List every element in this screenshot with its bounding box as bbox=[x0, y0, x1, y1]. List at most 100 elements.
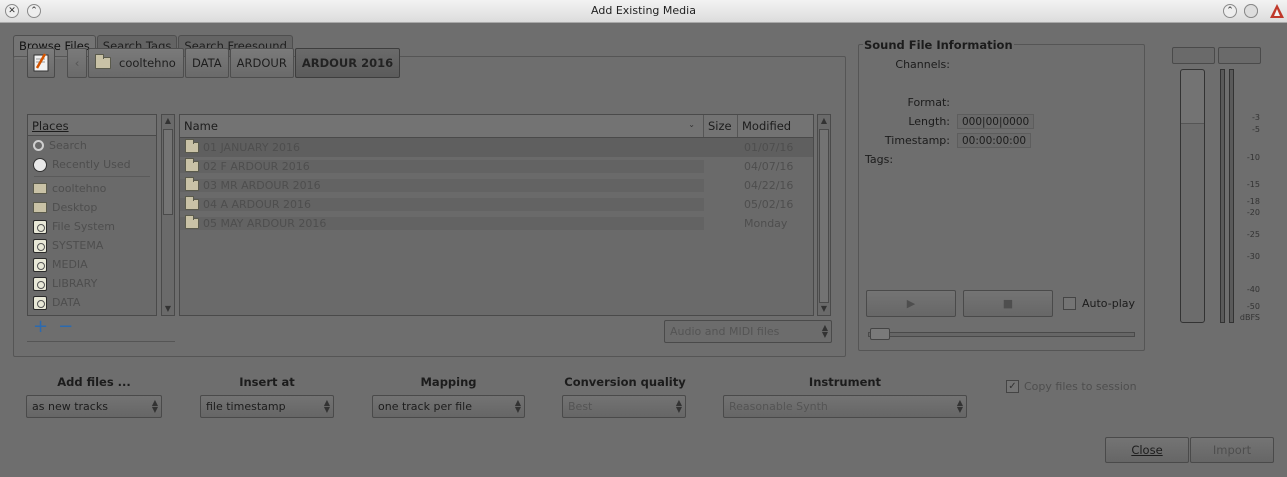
combo-arrows-icon: ▲ ▼ bbox=[323, 398, 330, 414]
folder-icon bbox=[33, 183, 47, 194]
file-row[interactable]: 01 JANUARY 2016 01/07/16 bbox=[180, 138, 813, 157]
scale-label: -20 bbox=[1246, 208, 1260, 217]
ardour-logo-icon bbox=[1270, 4, 1284, 18]
edit-location-button[interactable] bbox=[27, 48, 55, 78]
remove-place-icon[interactable]: − bbox=[58, 318, 73, 336]
column-name[interactable]: Name ⌄ bbox=[180, 115, 704, 137]
file-row[interactable]: 03 MR ARDOUR 2016 04/22/16 bbox=[180, 176, 813, 195]
length-value: 000|00|0000 bbox=[957, 114, 1035, 129]
add-files-select[interactable]: as new tracks ▲ ▼ bbox=[26, 395, 162, 418]
place-file-system[interactable]: File System bbox=[28, 217, 156, 236]
import-label: Import bbox=[1212, 443, 1252, 457]
conversion-quality-select[interactable]: Best ▲ ▼ bbox=[562, 395, 686, 418]
place-label: File System bbox=[52, 220, 115, 233]
conversion-quality-heading: Conversion quality bbox=[564, 375, 686, 389]
add-place-icon[interactable]: + bbox=[33, 318, 48, 336]
combo-arrows-icon: ▲ ▼ bbox=[821, 323, 828, 339]
scale-label: -25 bbox=[1246, 230, 1260, 239]
seek-slider[interactable] bbox=[868, 328, 1135, 340]
file-row[interactable]: 05 MAY ARDOUR 2016 Monday bbox=[180, 214, 813, 233]
folder-icon bbox=[33, 202, 47, 213]
place-label: MEDIA bbox=[52, 258, 88, 271]
fader-level bbox=[1181, 70, 1204, 124]
insert-at-select[interactable]: file timestamp ▲ ▼ bbox=[200, 395, 334, 418]
scale-label: -40 bbox=[1246, 285, 1260, 294]
format-label: Format: bbox=[907, 96, 950, 109]
drive-icon bbox=[33, 295, 47, 310]
play-button[interactable]: ▶ bbox=[866, 290, 956, 317]
scroll-thumb[interactable] bbox=[163, 129, 173, 215]
folder-icon bbox=[95, 54, 111, 69]
place-recently-used[interactable]: Recently Used bbox=[28, 155, 156, 174]
column-label: Name bbox=[184, 119, 218, 133]
place-label: cooltehno bbox=[52, 182, 107, 195]
folder-icon bbox=[185, 196, 199, 210]
breadcrumb-back-button[interactable]: ‹ bbox=[67, 48, 87, 78]
window-title: Add Existing Media bbox=[591, 4, 696, 17]
insert-at-heading: Insert at bbox=[239, 375, 295, 389]
place-label: Desktop bbox=[52, 201, 98, 214]
breadcrumb-data[interactable]: DATA bbox=[185, 48, 229, 78]
gain-fader[interactable] bbox=[1180, 69, 1205, 323]
seek-track bbox=[868, 332, 1135, 337]
scroll-thumb[interactable] bbox=[819, 129, 829, 303]
file-name: 04 A ARDOUR 2016 bbox=[203, 198, 311, 211]
stop-icon: ■ bbox=[1002, 297, 1014, 310]
close-button[interactable]: Close bbox=[1105, 437, 1189, 463]
sound-info-title: Sound File Information bbox=[863, 38, 1014, 52]
file-list-scrollbar[interactable]: ▲ ▼ bbox=[817, 114, 831, 316]
instrument-select[interactable]: Reasonable Synth ▲ ▼ bbox=[723, 395, 967, 418]
copy-files-label: Copy files to session bbox=[1024, 380, 1137, 393]
places-divider bbox=[27, 341, 175, 342]
places-add-remove: + − bbox=[33, 318, 73, 336]
scroll-down-icon[interactable]: ▼ bbox=[818, 303, 830, 315]
place-data[interactable]: DATA bbox=[28, 293, 156, 312]
place-media[interactable]: MEDIA bbox=[28, 255, 156, 274]
combo-arrows-icon: ▲ ▼ bbox=[514, 398, 521, 414]
file-name: 01 JANUARY 2016 bbox=[203, 141, 301, 154]
seek-knob[interactable] bbox=[870, 328, 890, 340]
file-type-filter[interactable]: Audio and MIDI files ▲ ▼ bbox=[664, 320, 832, 343]
file-row[interactable]: 04 A ARDOUR 2016 05/02/16 bbox=[180, 195, 813, 214]
keep-above-icon[interactable]: ⌃ bbox=[1223, 4, 1237, 18]
place-library[interactable]: LIBRARY bbox=[28, 274, 156, 293]
instrument-heading: Instrument bbox=[808, 375, 882, 389]
breadcrumb: ‹ cooltehno DATA ARDOUR ARDOUR 2016 bbox=[67, 48, 401, 78]
column-modified[interactable]: Modified bbox=[738, 115, 813, 137]
place-label: Recently Used bbox=[52, 158, 131, 171]
column-size[interactable]: Size bbox=[704, 115, 738, 137]
import-button[interactable]: Import bbox=[1190, 437, 1274, 463]
channels-label: Channels: bbox=[895, 58, 950, 71]
places-header[interactable]: Places bbox=[28, 115, 156, 136]
place-label: DATA bbox=[52, 296, 81, 309]
places-scrollbar[interactable]: ▲ ▼ bbox=[161, 114, 175, 316]
breadcrumb-home[interactable]: cooltehno bbox=[88, 48, 184, 78]
place-desktop[interactable]: Desktop bbox=[28, 198, 156, 217]
meter-button-right[interactable] bbox=[1218, 47, 1261, 64]
edit-icon bbox=[33, 53, 49, 72]
combo-arrows-icon: ▲ ▼ bbox=[151, 398, 158, 414]
file-modified: 01/07/16 bbox=[744, 141, 794, 154]
place-label: Search bbox=[49, 139, 87, 152]
scroll-down-icon[interactable]: ▼ bbox=[162, 303, 174, 315]
timestamp-value: 00:00:00:00 bbox=[957, 133, 1032, 148]
folder-icon bbox=[185, 177, 199, 191]
place-cooltehno[interactable]: cooltehno bbox=[28, 179, 156, 198]
scroll-up-icon[interactable]: ▲ bbox=[818, 115, 830, 127]
play-icon: ▶ bbox=[906, 297, 916, 310]
scroll-up-icon[interactable]: ▲ bbox=[162, 115, 174, 127]
breadcrumb-ardour[interactable]: ARDOUR bbox=[229, 48, 294, 78]
file-modified: Monday bbox=[744, 217, 788, 230]
scale-label: -30 bbox=[1246, 252, 1260, 261]
breadcrumb-current[interactable]: ARDOUR 2016 bbox=[294, 48, 401, 78]
place-systema[interactable]: SYSTEMA bbox=[28, 236, 156, 255]
maximize-button[interactable] bbox=[1244, 4, 1258, 18]
combo-arrows-icon: ▲ ▼ bbox=[675, 398, 682, 414]
copy-files-checkbox[interactable]: ✓ bbox=[1006, 380, 1019, 393]
meter-button-left[interactable] bbox=[1172, 47, 1215, 64]
stop-button[interactable]: ■ bbox=[963, 290, 1053, 317]
mapping-select[interactable]: one track per file ▲ ▼ bbox=[372, 395, 525, 418]
autoplay-checkbox[interactable] bbox=[1063, 297, 1076, 310]
place-search[interactable]: Search bbox=[28, 136, 156, 155]
file-row[interactable]: 02 F ARDOUR 2016 04/07/16 bbox=[180, 157, 813, 176]
